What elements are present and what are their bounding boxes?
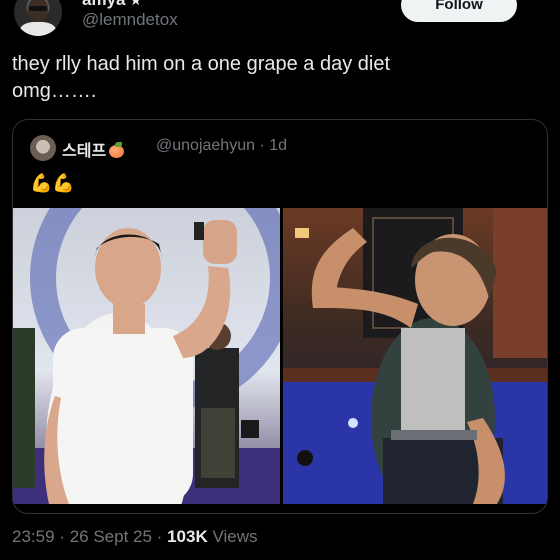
avatar-sunglasses — [29, 6, 47, 11]
quoted-tweet-card[interactable]: 스테프 @unojaehyun · 1d 💪💪 — [12, 119, 548, 514]
tweet-time[interactable]: 23:59 — [12, 527, 55, 546]
avatar-face — [28, 0, 48, 22]
quoted-tweet-text: 💪💪 — [30, 173, 75, 193]
quoted-author-avatar[interactable] — [30, 135, 56, 161]
author-avatar[interactable] — [14, 0, 62, 36]
views-label: Views — [212, 527, 258, 546]
quoted-photo-left[interactable] — [13, 208, 280, 504]
avatar-shirt — [20, 22, 56, 36]
quoted-author-handle-time[interactable]: @unojaehyun · 1d — [156, 137, 287, 155]
follow-button[interactable]: Follow — [401, 0, 517, 22]
quoted-author-name-text: 스테프 — [62, 143, 107, 160]
author-handle[interactable]: @lemndetox — [82, 10, 178, 30]
tweet-date[interactable]: 26 Sept 25 — [70, 527, 152, 546]
quoted-author-name[interactable]: 스테프 — [62, 137, 125, 161]
tweet-footer: 23:59 · 26 Sept 25 · 103K Views — [12, 527, 258, 547]
tweet-header: amya ★ @lemndetox Follow — [0, 0, 560, 40]
separator: · — [156, 527, 163, 546]
photo-left-scene — [13, 208, 280, 504]
author-name-text: amya — [82, 0, 125, 9]
peach-emoji-icon — [108, 142, 125, 158]
photo-right-scene — [283, 208, 547, 504]
author-display-name[interactable]: amya ★ — [82, 0, 142, 10]
tweet-text: they rlly had him on a one grape a day d… — [12, 53, 391, 102]
views-count: 103K — [167, 527, 208, 546]
quoted-photo-right[interactable] — [283, 208, 547, 504]
star-icon: ★ — [129, 0, 143, 8]
separator: · — [59, 527, 65, 546]
